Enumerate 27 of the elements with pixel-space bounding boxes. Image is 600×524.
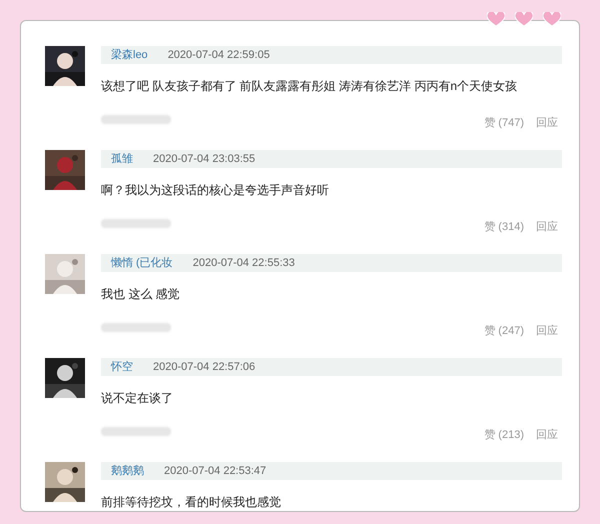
username-link[interactable]: 懒惰 (已化妆 xyxy=(111,254,173,272)
like-link[interactable]: 赞 (314) xyxy=(484,219,524,236)
comment-text: 啊？我以为这段话的核心是夸选手声音好听 xyxy=(101,182,330,197)
blurred-strip xyxy=(101,426,171,436)
username-link[interactable]: 怀空 xyxy=(111,358,133,376)
username-link[interactable]: 鹅鹅鹅 xyxy=(111,462,144,480)
comment-text: 我也 这么 感觉 xyxy=(101,286,181,301)
timestamp: 2020-07-04 23:03:55 xyxy=(153,152,256,167)
blurred-strip xyxy=(101,322,171,332)
timestamp: 2020-07-04 22:55:33 xyxy=(192,256,295,271)
like-link[interactable]: 赞 (213) xyxy=(484,427,524,444)
timestamp: 2020-07-04 22:53:47 xyxy=(164,464,266,479)
timestamp: 2020-07-04 22:57:06 xyxy=(153,360,256,375)
username-link[interactable]: 梁森leo xyxy=(111,46,148,64)
like-link[interactable]: 赞 (747) xyxy=(484,115,524,132)
reply-link[interactable]: 回应 xyxy=(536,115,558,132)
blurred-strip xyxy=(101,218,171,228)
comment-text: 说不定在谈了 xyxy=(101,390,174,405)
timestamp: 2020-07-04 22:59:05 xyxy=(168,48,270,63)
comment-text: 前排等待挖坟，看的时候我也感觉 xyxy=(101,494,282,509)
blurred-strip xyxy=(101,114,171,124)
reply-link[interactable]: 回应 xyxy=(536,219,558,236)
username-link[interactable]: 孤雏 xyxy=(111,150,133,168)
reply-link[interactable]: 回应 xyxy=(536,323,558,340)
like-link[interactable]: 赞 (247) xyxy=(484,323,524,340)
reply-link[interactable]: 回应 xyxy=(536,427,558,444)
comment-text: 该想了吧 队友孩子都有了 前队友露露有彤姐 涛涛有徐艺洋 丙丙有n个天使女孩 xyxy=(101,78,518,93)
